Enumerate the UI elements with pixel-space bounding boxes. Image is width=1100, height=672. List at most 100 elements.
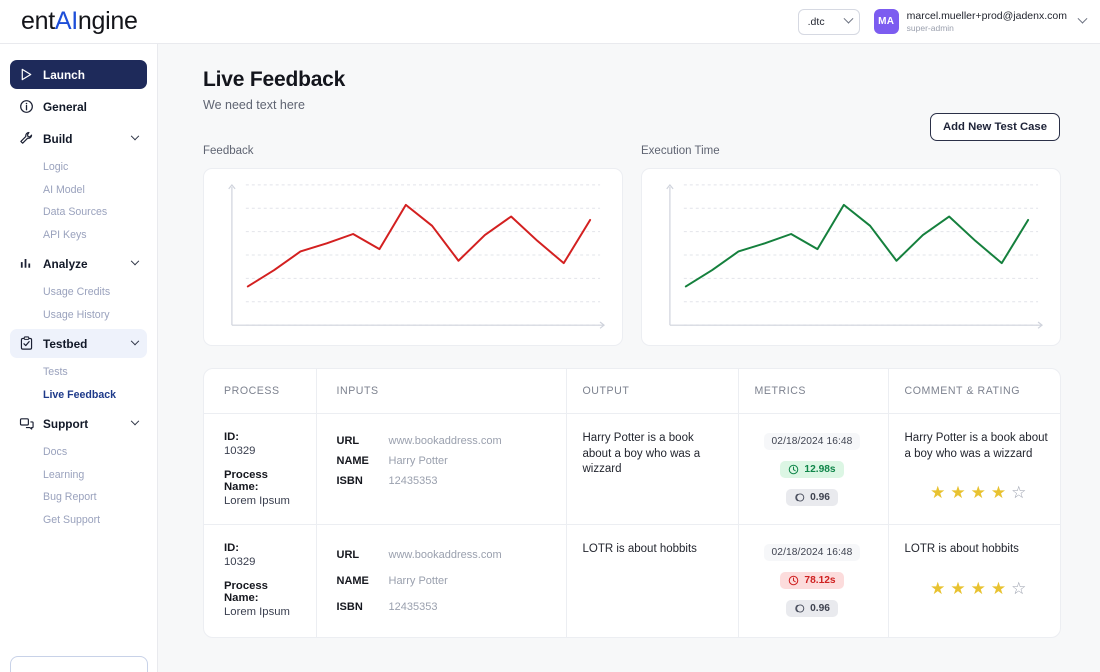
cell-output: Harry Potter is a book about a boy who w… — [566, 414, 738, 525]
rating-stars[interactable]: ★ ★ ★ ★ ☆ — [905, 462, 1053, 501]
execution-time-chart-block: Execution Time — [641, 145, 1061, 346]
chevron-down-icon[interactable] — [131, 416, 139, 424]
star-icon[interactable]: ★ — [971, 484, 986, 501]
page-header: Live Feedback We need text here — [158, 44, 1100, 112]
cell-metrics: 02/18/2024 16:4878.12s0.96 — [738, 525, 888, 638]
feedback-chart-card — [203, 168, 623, 346]
sidebar-item-analyze[interactable]: Analyze — [10, 249, 147, 278]
cell-inputs: URLwww.bookaddress.com NAMEHarry PotterIS… — [316, 525, 566, 638]
sidebar-item-build[interactable]: Build — [10, 124, 147, 153]
score-badge: 0.96 — [786, 489, 838, 506]
star-icon[interactable]: ★ — [930, 484, 945, 501]
sidebar-item-launch[interactable]: Launch — [10, 60, 147, 89]
clipboard-check-icon — [19, 336, 34, 351]
input-key: NAME — [337, 575, 389, 587]
charts-row: Feedback Execution Time — [158, 145, 1100, 346]
execution-time-chart-label: Execution Time — [641, 145, 1061, 157]
chevron-down-icon[interactable] — [131, 336, 139, 344]
chevron-down-icon — [843, 14, 853, 24]
input-value: Harry Potter — [389, 455, 448, 467]
process-id-value: 10329 — [224, 445, 302, 457]
clock-icon — [788, 575, 799, 586]
top-bar: entAIngine .dtc MA marcel.mueller+prod@j… — [0, 0, 1100, 44]
sidebar-subitem-api-keys[interactable]: API Keys — [10, 224, 147, 247]
sidebar-item-label: Build — [43, 132, 73, 146]
table-body: ID:10329Process Name:Lorem IpsumURLwww.b… — [204, 414, 1061, 638]
sidebar-subitem-data-sources[interactable]: Data Sources — [10, 201, 147, 224]
process-name-label: Process Name: — [224, 469, 302, 493]
column-header-output: OUTPUT — [566, 369, 738, 414]
token-icon — [794, 492, 805, 503]
input-value: 12435353 — [389, 601, 438, 613]
top-bar-right: .dtc MA marcel.mueller+prod@jadenx.com s… — [798, 9, 1100, 35]
timestamp-badge: 02/18/2024 16:48 — [764, 433, 861, 450]
star-icon[interactable]: ★ — [950, 580, 965, 597]
star-icon[interactable]: ★ — [991, 484, 1006, 501]
execution-time-badge: 78.12s — [780, 572, 843, 589]
environment-select[interactable]: .dtc — [798, 9, 860, 35]
cell-output: LOTR is about hobbits — [566, 525, 738, 638]
process-name-value: Lorem Ipsum — [224, 606, 302, 618]
logo-text-pre: ent — [21, 7, 55, 35]
feedback-table: PROCESS INPUTS OUTPUT METRICS COMMENT & … — [204, 369, 1061, 637]
rating-stars[interactable]: ★ ★ ★ ★ ☆ — [905, 558, 1053, 597]
process-id-value: 10329 — [224, 556, 302, 568]
sidebar-item-general[interactable]: General — [10, 92, 147, 121]
input-key: URL — [337, 435, 389, 447]
sidebar-item-label: Analyze — [43, 257, 88, 271]
sidebar-subitem-docs[interactable]: Docs — [10, 441, 147, 464]
star-icon[interactable]: ★ — [930, 580, 945, 597]
chevron-down-icon[interactable] — [131, 131, 139, 139]
input-row: NAMEHarry Potter — [337, 451, 552, 471]
process-name-label: Process Name: — [224, 580, 302, 604]
sidebar-subitem-learning[interactable]: Learning — [10, 464, 147, 487]
input-value: www.bookaddress.com — [389, 549, 502, 561]
input-key: NAME — [337, 455, 389, 467]
logo-text-ai: AI — [55, 7, 78, 35]
page-actions: Add New Test Case — [158, 113, 1100, 141]
user-menu[interactable]: MA marcel.mueller+prod@jadenx.com super-… — [874, 9, 1086, 34]
feedback-chart-block: Feedback — [203, 145, 623, 346]
sidebar-subitem-live-feedback[interactable]: Live Feedback — [10, 384, 147, 407]
star-icon[interactable]: ★ — [971, 580, 986, 597]
input-row: NAMEHarry Potter — [337, 568, 552, 594]
star-icon[interactable]: ☆ — [1011, 580, 1026, 597]
add-new-test-case-button[interactable]: Add New Test Case — [930, 113, 1060, 141]
bar-chart-icon — [19, 256, 34, 271]
chat-icon — [19, 416, 34, 431]
execution-time-chart-card — [641, 168, 1061, 346]
table-row[interactable]: ID:10329Process Name:Lorem IpsumURLwww.b… — [204, 525, 1061, 638]
comment-text: Harry Potter is a book about a boy who w… — [905, 431, 1053, 462]
input-key: ISBN — [337, 475, 389, 487]
sidebar-subitem-bug-report[interactable]: Bug Report — [10, 486, 147, 509]
sidebar-subitem-ai-model[interactable]: AI Model — [10, 179, 147, 202]
chevron-down-icon[interactable] — [131, 256, 139, 264]
sidebar-bottom-panel[interactable] — [10, 656, 148, 672]
process-name-value: Lorem Ipsum — [224, 495, 302, 507]
sidebar-item-support[interactable]: Support — [10, 409, 147, 438]
environment-select-value: .dtc — [808, 16, 825, 28]
star-icon[interactable]: ☆ — [1011, 484, 1026, 501]
page-title: Live Feedback — [203, 68, 1060, 92]
sidebar-subitem-usage-credits[interactable]: Usage Credits — [10, 281, 147, 304]
sidebar-item-testbed[interactable]: Testbed — [10, 329, 147, 358]
table-row[interactable]: ID:10329Process Name:Lorem IpsumURLwww.b… — [204, 414, 1061, 525]
main-content: Live Feedback We need text here Add New … — [158, 44, 1100, 672]
feedback-line-chart — [214, 177, 612, 339]
user-info: marcel.mueller+prod@jadenx.com super-adm… — [907, 10, 1067, 34]
app-logo[interactable]: entAIngine — [0, 7, 138, 36]
sidebar-subitem-logic[interactable]: Logic — [10, 156, 147, 179]
sidebar-subitem-tests[interactable]: Tests — [10, 361, 147, 384]
star-icon[interactable]: ★ — [991, 580, 1006, 597]
column-header-process: PROCESS — [204, 369, 316, 414]
input-row: ISBN12435353 — [337, 594, 552, 620]
sidebar-subitem-usage-history[interactable]: Usage History — [10, 304, 147, 327]
token-icon — [794, 603, 805, 614]
score-badge: 0.96 — [786, 600, 838, 617]
sidebar-subitem-get-support[interactable]: Get Support — [10, 509, 147, 532]
output-text: LOTR is about hobbits — [583, 542, 724, 558]
star-icon[interactable]: ★ — [950, 484, 965, 501]
wrench-icon — [19, 131, 34, 146]
input-key: URL — [337, 549, 389, 561]
output-text: Harry Potter is a book about a boy who w… — [583, 431, 724, 478]
